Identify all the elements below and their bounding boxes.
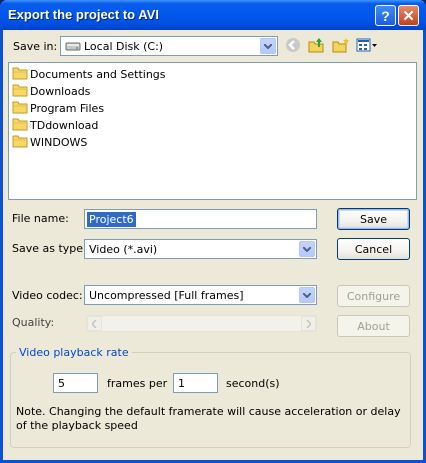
seconds-value: 1 [178, 377, 185, 390]
chevron-down-icon[interactable] [299, 287, 315, 303]
save-button-label: Save [359, 212, 387, 226]
cancel-button[interactable]: Cancel [337, 238, 410, 260]
scroll-right-button[interactable] [301, 316, 316, 331]
chevron-down-icon[interactable] [299, 241, 315, 257]
back-button[interactable] [283, 37, 303, 55]
up-folder-button[interactable] [307, 37, 327, 55]
folder-list[interactable]: Documents and Settings Downloads Program… [8, 62, 417, 200]
list-item[interactable]: WINDOWS [12, 134, 87, 150]
folder-name: Documents and Settings [30, 67, 166, 81]
video-codec-value: Uncompressed [Full frames] [89, 289, 244, 302]
folder-icon [12, 83, 30, 100]
save-as-type-value: Video (*.avi) [89, 243, 158, 256]
playback-rate-title: Video playback rate [16, 346, 132, 359]
file-name-value: Project6 [87, 212, 136, 227]
about-button-label: About [357, 319, 390, 333]
close-icon: ✕ [402, 7, 415, 25]
configure-button-label: Configure [346, 289, 401, 303]
folder-icon [12, 100, 30, 117]
cancel-button-label: Cancel [354, 242, 393, 256]
save-as-type-select[interactable]: Video (*.avi) [84, 239, 317, 259]
up-folder-icon [308, 37, 326, 56]
list-item[interactable]: Downloads [12, 83, 90, 99]
help-icon: ? [381, 7, 390, 24]
playback-rate-group [10, 352, 411, 448]
save-in-combo[interactable]: Local Disk (C:) [60, 36, 278, 56]
folder-name: TDdownload [30, 118, 99, 132]
folder-icon [12, 117, 30, 134]
chevron-down-icon[interactable] [260, 38, 276, 54]
about-button[interactable]: About [337, 315, 410, 337]
window-title: Export the project to AVI [8, 7, 159, 22]
save-as-type-label: Save as type: [12, 242, 87, 255]
folder-icon [12, 66, 30, 83]
list-item[interactable]: Program Files [12, 100, 104, 116]
save-in-value: Local Disk (C:) [84, 40, 164, 53]
scroll-left-button[interactable] [87, 316, 102, 331]
framerate-note: Note. Changing the default framerate wil… [16, 405, 401, 432]
views-menu-button[interactable] [355, 37, 379, 55]
file-name-input[interactable]: Project6 [84, 209, 317, 229]
seconds-label: second(s) [226, 377, 280, 390]
frames-value: 5 [58, 377, 65, 390]
new-folder-icon [332, 37, 350, 56]
video-codec-label: Video codec: [12, 289, 83, 302]
views-menu-icon [356, 38, 378, 55]
folder-name: WINDOWS [30, 135, 88, 149]
list-item[interactable]: TDdownload [12, 117, 98, 133]
new-folder-button[interactable] [331, 37, 351, 55]
list-item[interactable]: Documents and Settings [12, 66, 166, 82]
configure-button[interactable]: Configure [337, 285, 410, 307]
save-button[interactable]: Save [337, 208, 410, 230]
help-button[interactable]: ? [375, 5, 396, 26]
file-name-label: File name: [12, 212, 69, 225]
frames-input[interactable]: 5 [53, 373, 98, 393]
quality-label: Quality: [12, 316, 55, 329]
save-in-label: Save in: [13, 40, 58, 53]
title-bar: Export the project to AVI ? ✕ [0, 0, 426, 30]
drive-icon [65, 40, 81, 55]
quality-scrollbar[interactable] [86, 315, 317, 332]
back-icon [285, 37, 301, 56]
folder-name: Downloads [30, 84, 91, 98]
folder-name: Program Files [30, 101, 105, 115]
folder-icon [12, 134, 30, 151]
frames-per-label: frames per [107, 377, 168, 390]
seconds-input[interactable]: 1 [173, 373, 218, 393]
close-button[interactable]: ✕ [398, 5, 419, 26]
video-codec-select[interactable]: Uncompressed [Full frames] [84, 285, 317, 305]
